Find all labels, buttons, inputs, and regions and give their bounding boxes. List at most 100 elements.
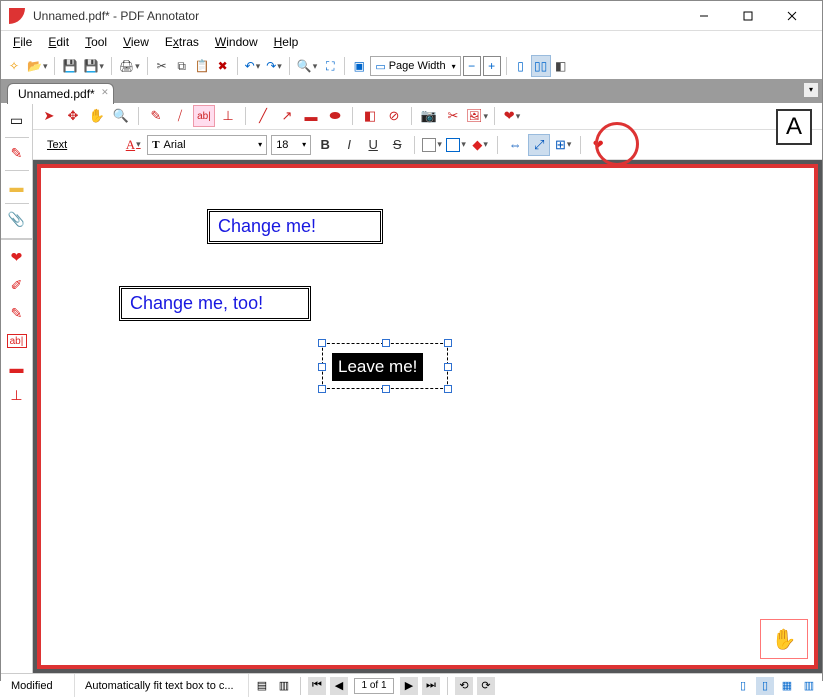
highlighter-annotation[interactable]: ⧸ [170,106,190,126]
crop-tool[interactable]: ✂ [443,106,463,126]
stamp-approved-tool[interactable]: ▬ [3,354,31,382]
view-layout-4[interactable]: ▥ [800,677,818,695]
layout-two-page-button[interactable]: ▯▯ [532,56,550,76]
auto-fit-button[interactable]: ⤢ [529,135,549,155]
next-page-button[interactable]: ▶ [400,677,418,695]
view-layout-2[interactable]: ▯ [756,677,774,695]
layout-single-button[interactable]: ▯ [512,56,530,76]
fit-page-button[interactable]: ▣ [350,56,368,76]
close-tab-icon[interactable]: ✕ [101,87,109,98]
text-annotation-1[interactable]: Change me! [207,209,383,244]
menu-edit[interactable]: Edit [40,33,77,51]
copy-button[interactable]: ⧉ [173,56,191,76]
zoom-select[interactable]: ▭Page Width▾ [370,56,460,76]
arrow-annotation[interactable]: ↗ [277,106,297,126]
zoom-out-button[interactable]: − [463,56,481,76]
cut-button[interactable]: ✂ [153,56,171,76]
border-color-button[interactable]: ▾ [446,135,466,155]
favorite-toggle[interactable]: ❤▾ [502,106,522,126]
ellipse-annotation[interactable]: ⬬ [325,106,345,126]
strike-button[interactable]: S [387,135,407,155]
menu-help[interactable]: Help [266,33,307,51]
page-tool[interactable]: ▭ [3,107,31,135]
favorite-tool[interactable]: ❤ [3,244,31,272]
snapshot-tool[interactable]: 📷 [419,106,439,126]
image-tool[interactable]: 🖼▾ [467,106,487,126]
paste-button[interactable]: 📋 [193,56,212,76]
clip-tool[interactable]: 📎 [3,206,31,234]
line-annotation[interactable]: ╱ [253,106,273,126]
view-layout-1[interactable]: ▯ [734,677,752,695]
lock-button[interactable]: ❤ [588,135,608,155]
text-annotation-3[interactable]: Leave me! [332,353,423,381]
view-layout-3[interactable]: ▦ [778,677,796,695]
minimize-button[interactable] [682,2,726,30]
note-tool[interactable]: ▬ [3,173,31,201]
pen-tool[interactable]: ✎ [3,140,31,168]
menu-file[interactable]: File [5,33,40,51]
underline-button[interactable]: U [363,135,383,155]
back-button[interactable]: ⟲ [455,677,473,695]
redo-button[interactable]: ↷▾ [264,56,284,76]
prev-page-button[interactable]: ◀ [330,677,348,695]
save-as-button[interactable]: 💾▾ [81,56,105,76]
left-sidebar: ▭ ✎ ▬ 📎 ❤ ✐ ✎ ab| ▬ ⊥ [1,103,33,673]
sb-icon-2[interactable]: ▥ [275,677,293,695]
pen-red-tool[interactable]: ✐ [3,272,31,300]
fill-color-button[interactable]: ▾ [422,135,442,155]
app-icon [9,8,25,24]
sb-icon-1[interactable]: ▤ [253,677,271,695]
lasso-eraser-tool[interactable]: ⊘ [384,106,404,126]
menubar: File Edit Tool View Extras Window Help [1,31,822,53]
border-style-button[interactable]: ◆▾ [470,135,490,155]
stamp-tool[interactable]: ⊥ [3,382,31,410]
select-tool[interactable]: ✥ [63,106,83,126]
last-page-button[interactable]: ⏭ [422,677,440,695]
font-color-button[interactable]: A▾ [123,135,143,155]
search-button[interactable]: 🔍▾ [295,56,319,76]
document-tab[interactable]: Unnamed.pdf* ✕ [7,83,114,104]
font-family-select[interactable]: TArial▾ [147,135,267,155]
textbox-annotation[interactable]: ab| [194,106,214,126]
rectangle-annotation[interactable]: ▬ [301,106,321,126]
delete-button[interactable]: ✖ [214,56,232,76]
font-size-select[interactable]: 18▾ [271,135,311,155]
print-button[interactable]: 🖨▾ [117,56,142,76]
close-button[interactable] [770,2,814,30]
menu-view[interactable]: View [115,33,157,51]
pan-corner-button[interactable]: ✋ [760,619,808,659]
pan-tool[interactable]: ✋ [87,106,107,126]
canvas-wrap: Change me! Change me, too! Leave me! ✋ [37,164,818,669]
pencil-tool[interactable]: ✎ [3,300,31,328]
text-field-tool[interactable]: ab| [7,334,27,348]
layout-continuous-button[interactable]: ◧ [552,56,570,76]
zoom-tool[interactable]: 🔍 [111,106,131,126]
page-number-field[interactable]: 1 of 1 [354,678,394,694]
menu-extras[interactable]: Extras [157,33,207,51]
pen-annotation[interactable]: ✎ [146,106,166,126]
maximize-button[interactable] [726,2,770,30]
text-format-toolbar: Text A▾ TArial▾ 18▾ B I U S ▾ ▾ ◆▾ ⇔ ⤢ ⊞… [33,130,822,160]
pointer-tool[interactable]: ➤ [39,106,59,126]
open-button[interactable]: 📂▾ [25,56,49,76]
menu-window[interactable]: Window [207,33,266,51]
new-document-button[interactable]: ✧ [5,56,23,76]
forward-button[interactable]: ⟳ [477,677,495,695]
fit-width-button[interactable]: ⇔ [505,135,525,155]
menu-tool[interactable]: Tool [77,33,115,51]
tab-list-dropdown[interactable]: ▾ [804,83,818,97]
italic-button[interactable]: I [339,135,359,155]
selection-box[interactable]: Leave me! [322,343,448,389]
zoom-in-button[interactable]: + [483,56,501,76]
undo-button[interactable]: ↶▾ [243,56,263,76]
stamp-annotation[interactable]: ⊥ [218,106,238,126]
toolbar-top: ✧ 📂▾ 💾 💾▾ 🖨▾ ✂ ⧉ 📋 ✖ ↶▾ ↷▾ 🔍▾ ⛶ ▣ ▭Page … [1,53,822,79]
text-annotation-2[interactable]: Change me, too! [119,286,311,321]
fullscreen-button[interactable]: ⛶ [321,56,339,76]
bold-button[interactable]: B [315,135,335,155]
first-page-button[interactable]: ⏮ [308,677,326,695]
eraser-tool[interactable]: ◧ [360,106,380,126]
save-button[interactable]: 💾 [60,56,79,76]
fit-manual-button[interactable]: ⊞▾ [553,135,573,155]
page[interactable]: Change me! Change me, too! Leave me! ✋ [41,168,814,665]
